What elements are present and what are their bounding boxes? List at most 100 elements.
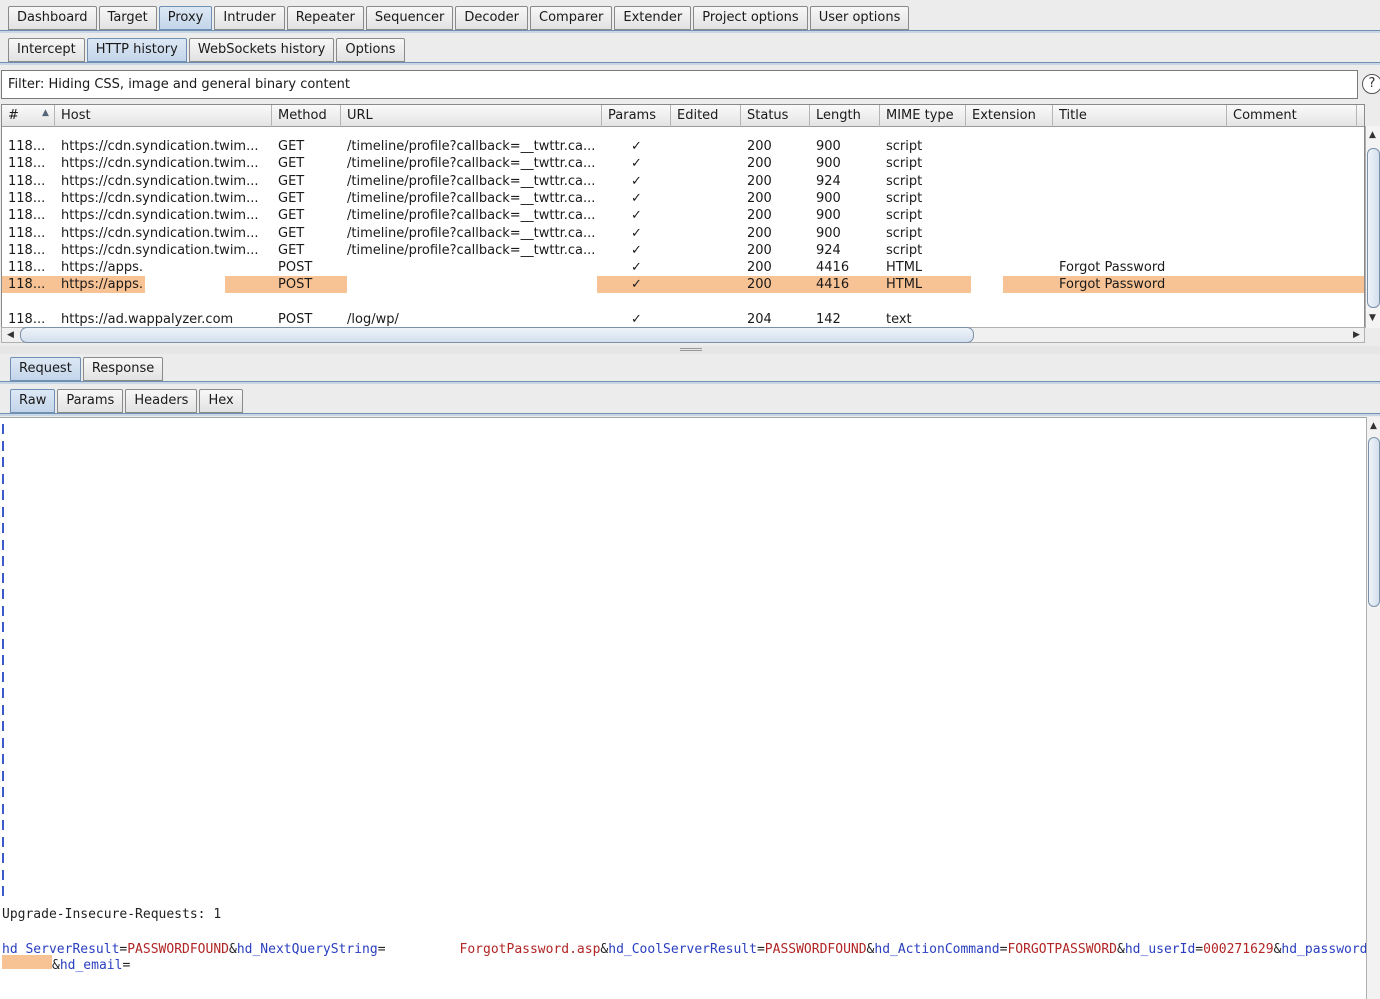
splitter-grip-icon[interactable] [680,348,702,351]
tab-extender[interactable]: Extender [614,6,692,30]
table-row[interactable]: 118... https://ad.wappalyzer.com POST/log/… [2,311,1364,327]
column-header-status[interactable]: Status [741,105,810,127]
param-key: hd_NextQueryString [236,942,378,957]
gutter-marker [2,770,4,781]
cell-num [2,294,55,311]
column-header-host[interactable]: Host [55,105,272,127]
gutter-marker [2,704,4,715]
tab-user-options[interactable]: User options [809,6,910,30]
filter-bar[interactable]: Filter: Hiding CSS, image and general bi… [1,70,1358,99]
cell-url: /timeline/profile?callback=__twttr.ca... [347,208,596,224]
editor-scroll-up-arrow-icon[interactable]: ▲ [1367,421,1380,431]
cell-num: 118... [8,208,46,224]
view-tab-bar: Raw Params Headers Hex [10,389,243,413]
column-header-length[interactable]: Length [810,105,880,127]
editor-vertical-scroll-thumb[interactable] [1368,437,1380,607]
scroll-right-arrow-icon[interactable]: ▶ [1350,330,1363,340]
cell-mime [880,294,966,311]
cell-params [602,294,671,311]
param-equals: = [377,942,386,957]
table-row[interactable]: 118... https://cdn.syndication.twim... GET… [2,155,1364,172]
table-row[interactable]: 118... https://apps. POST ✓ 200 4416 HTML Forgo… [2,259,1364,277]
cell-status: 200 [747,277,772,293]
redacted-highlight [2,955,52,969]
redaction-block [145,259,225,277]
tab-intruder[interactable]: Intruder [214,6,285,30]
scroll-down-arrow-icon[interactable]: ▼ [1366,313,1379,323]
table-row[interactable]: 118... https://cdn.syndication.twim... GET… [2,173,1364,190]
tab-project-options[interactable]: Project options [693,6,808,30]
table-row[interactable]: 118... https://cdn.syndication.twim... GET… [2,207,1364,224]
tab-proxy[interactable]: Proxy [158,6,213,30]
column-header-params[interactable]: Params [602,105,671,127]
tab-request[interactable]: Request [10,357,81,381]
gutter-marker [2,457,4,467]
redaction-block [347,259,597,277]
tab-raw[interactable]: Raw [10,389,56,413]
scroll-left-arrow-icon[interactable]: ◀ [4,330,17,340]
column-header-comment[interactable]: Comment [1227,105,1357,127]
main-tab-underline [0,30,1380,33]
gutter-marker [2,655,4,665]
column-header-url[interactable]: URL [341,105,602,127]
subtab-http-history[interactable]: HTTP history [86,38,187,62]
table-vertical-scroll-thumb[interactable] [1367,148,1380,308]
subtab-websockets-history[interactable]: WebSockets history [188,38,335,62]
table-row[interactable]: 118... https://cdn.syndication.twim... GET… [2,138,1364,155]
help-icon[interactable]: ? [1362,74,1380,94]
tab-target[interactable]: Target [98,6,157,30]
request-body-line-1: hd_ServerResult=PASSWORDFOUND&hd_NextQue… [2,939,1366,958]
cell-method: GET [278,156,305,172]
cell-num: 118... [8,190,46,206]
cell-mime: script [886,208,923,224]
raw-request-editor[interactable]: Upgrade-Insecure-Requests: 1 hd_ServerRe… [0,417,1366,999]
tab-headers[interactable]: Headers [125,389,198,413]
tab-repeater[interactable]: Repeater [286,6,364,30]
cell-title [1053,155,1227,172]
column-header-edited[interactable]: Edited [671,105,741,127]
table-horizontal-scroll-thumb[interactable] [20,327,974,343]
gutter-marker [2,556,4,566]
cell-host: https://cdn.syndication.twim... [61,190,259,206]
param-key: hd_password [1281,942,1366,957]
cell-method: GET [278,208,305,224]
gutter-marker [2,490,4,500]
param-separator: & [52,958,60,973]
tab-dashboard[interactable]: Dashboard [8,6,97,30]
cell-url [341,294,602,311]
cell-length: 900 [816,139,841,154]
cell-params: ✓ [631,277,642,293]
gutter-marker [2,803,4,814]
gutter-marker [2,622,4,632]
column-header-title[interactable]: Title [1053,105,1227,127]
gutter-marker [2,638,4,649]
cell-title [1053,294,1227,311]
cell-status: 200 [747,156,772,172]
tab-sequencer[interactable]: Sequencer [365,6,454,30]
scroll-up-arrow-icon[interactable]: ▲ [1366,130,1379,140]
cell-method: GET [278,139,305,154]
param-value: FORGOTPASSWORD [1007,942,1118,957]
param-key: hd_email [59,958,123,973]
table-row[interactable]: 118... https://cdn.syndication.twim... GET… [2,190,1364,207]
table-row[interactable]: 118... https://cdn.syndication.twim... GET… [2,225,1364,242]
column-header-mime-type[interactable]: MIME type [880,105,966,127]
tab-decoder[interactable]: Decoder [455,6,529,30]
param-value: ForgotPassword.asp [459,942,601,957]
message-tab-bar: Request Response [10,357,164,381]
table-row[interactable]: 118... https://cdn.syndication.twim... GET… [2,242,1364,259]
tab-comparer[interactable]: Comparer [530,6,613,30]
cell-mime: text [886,312,912,327]
column-header-method[interactable]: Method [272,105,341,127]
tab-hex[interactable]: Hex [199,389,243,413]
param-equals: = [122,958,131,973]
tab-response[interactable]: Response [82,357,164,381]
tab-params[interactable]: Params [57,389,124,413]
subtab-intercept[interactable]: Intercept [8,38,85,62]
cell-status: 200 [747,260,772,276]
column-header-extension[interactable]: Extension [966,105,1053,127]
cell-url: /timeline/profile?callback=__twttr.ca... [347,173,596,189]
table-row[interactable] [2,294,1364,311]
table-row-selected[interactable]: 118... https://apps. POST ✓ 200 4416 HTML Forgo… [2,276,1364,294]
subtab-options[interactable]: Options [336,38,405,62]
